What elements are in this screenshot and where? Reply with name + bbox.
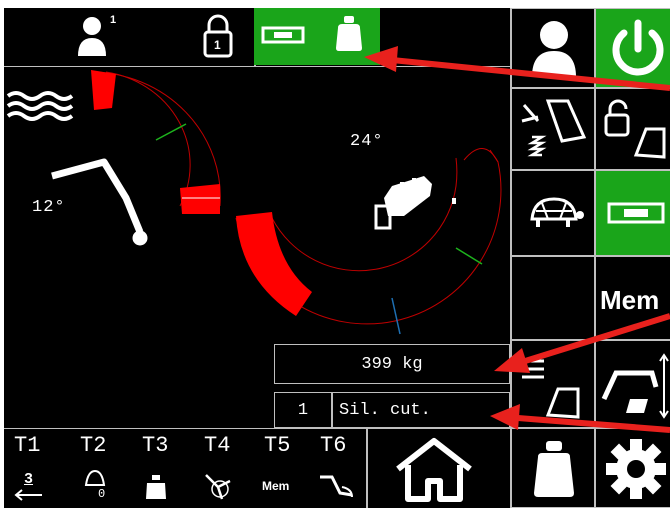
annotation-arrow-top [364,46,670,91]
annotation-arrows [364,46,670,433]
annotation-arrow-mode [490,404,670,433]
annotation-arrow-load [494,313,670,373]
